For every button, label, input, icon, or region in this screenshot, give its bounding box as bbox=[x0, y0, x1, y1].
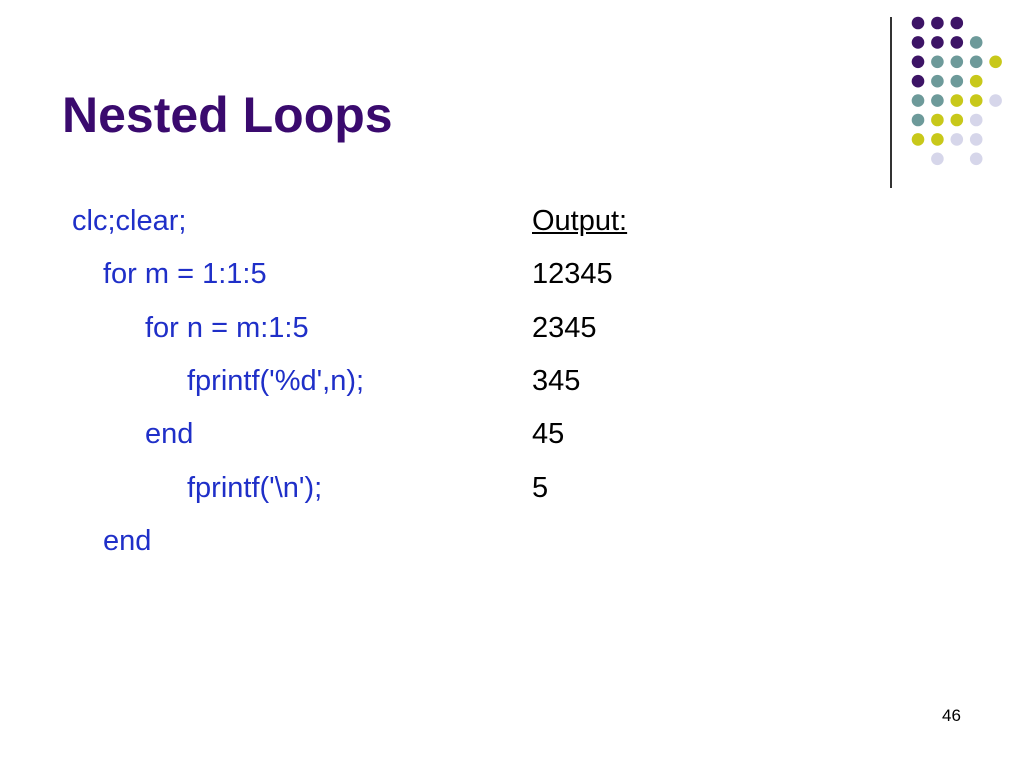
decorative-dot bbox=[911, 133, 925, 146]
decorative-dot bbox=[989, 55, 1002, 69]
decorative-dot bbox=[950, 94, 964, 107]
decorative-dot bbox=[969, 133, 983, 146]
code-line-2: for m = 1:1:5 bbox=[103, 258, 267, 290]
decorative-dot bbox=[931, 152, 944, 166]
output-line-2: 2345 bbox=[532, 312, 597, 344]
code-line-7: end bbox=[103, 525, 152, 557]
code-line-1: clc;clear; bbox=[72, 205, 187, 237]
code-line-3: for n = m:1:5 bbox=[145, 312, 309, 344]
decorative-dot bbox=[931, 74, 944, 88]
code-line-4: fprintf('%d',n); bbox=[187, 365, 365, 397]
decorative-dot bbox=[931, 16, 944, 30]
decorative-dot bbox=[911, 113, 925, 127]
output-line-5: 5 bbox=[532, 472, 549, 504]
decorative-dot bbox=[911, 16, 925, 30]
decorative-dot bbox=[931, 113, 944, 127]
output-line-3: 345 bbox=[532, 365, 581, 397]
page-number: 46 bbox=[942, 706, 961, 725]
decorative-dot bbox=[969, 74, 983, 88]
decorative-dot bbox=[950, 74, 964, 88]
decorative-dot bbox=[950, 55, 964, 69]
decorative-dot bbox=[969, 36, 983, 49]
slide: Nested Loops clc;clear; for m = 1:1:5 fo… bbox=[0, 0, 1024, 768]
decorative-dot bbox=[950, 16, 964, 30]
decorative-dot bbox=[931, 133, 944, 146]
decorative-dot bbox=[911, 55, 925, 69]
decorative-dot bbox=[969, 152, 983, 166]
output-line-1: 12345 bbox=[532, 258, 613, 290]
decorative-dot bbox=[969, 113, 983, 127]
decorative-dot bbox=[969, 94, 983, 107]
decorative-dot bbox=[969, 55, 983, 69]
decorative-dot bbox=[931, 55, 944, 69]
code-line-5: end bbox=[145, 418, 194, 450]
decorative-dot bbox=[950, 113, 964, 127]
decorative-dot bbox=[931, 36, 944, 49]
decorative-dot bbox=[950, 36, 964, 49]
decorative-dot bbox=[989, 94, 1002, 107]
decorative-dot bbox=[911, 36, 925, 49]
vertical-divider bbox=[890, 17, 892, 188]
decorative-dot bbox=[911, 94, 925, 107]
decorative-dot bbox=[950, 133, 964, 146]
slide-title: Nested Loops bbox=[62, 87, 393, 143]
output-heading: Output: bbox=[532, 205, 628, 237]
output-line-4: 45 bbox=[532, 418, 565, 450]
decorative-dot bbox=[931, 94, 944, 107]
code-line-6: fprintf('\n'); bbox=[187, 472, 323, 504]
decorative-dot bbox=[911, 74, 925, 88]
